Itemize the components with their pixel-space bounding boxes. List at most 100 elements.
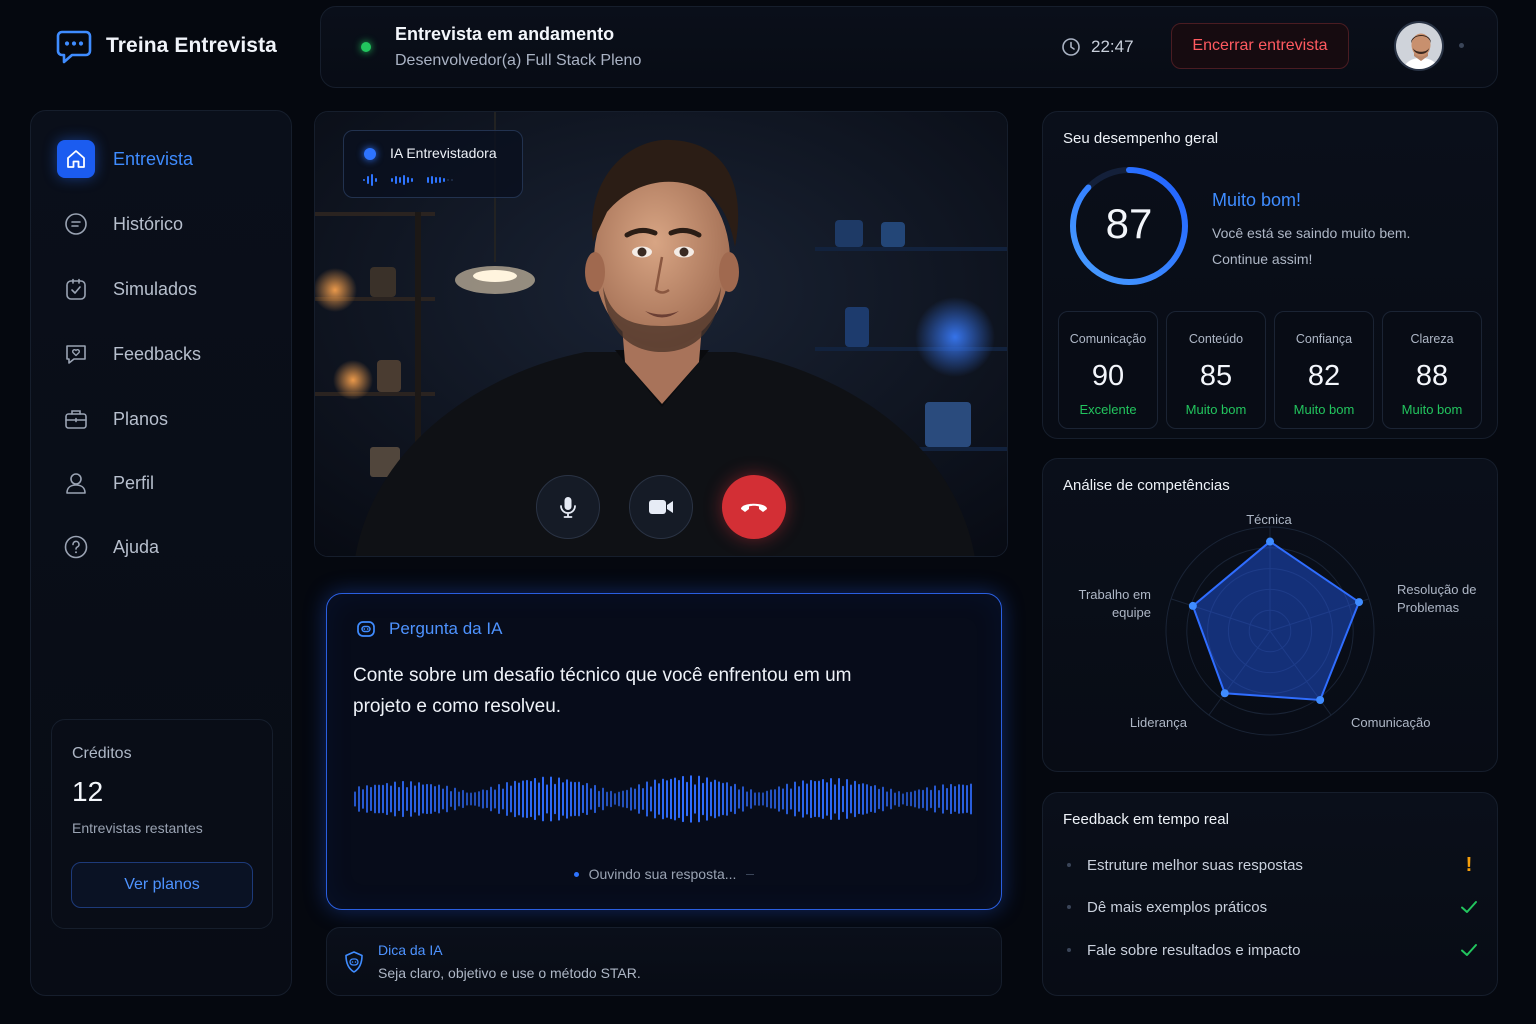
listening-dot xyxy=(573,871,579,877)
video-feed: IA Entrevistadora xyxy=(314,111,1008,557)
check-icon xyxy=(1461,901,1477,913)
radar-series-area xyxy=(1191,540,1361,702)
metric-label: Confiança xyxy=(1295,332,1353,346)
realtime-feedback-card: Feedback em tempo real Estruture melhor … xyxy=(1042,792,1498,996)
metric-status: Muito bom xyxy=(1185,402,1247,417)
shield-robot-icon xyxy=(345,951,363,973)
radar-point-3 xyxy=(1220,689,1229,698)
sidebar-item-entrevista[interactable]: Entrevista xyxy=(57,137,267,181)
sidebar-item-feedbacks[interactable]: Feedbacks xyxy=(57,332,267,376)
ai-status-dot xyxy=(364,148,376,160)
question-text: Conte sobre um desafio técnico que você … xyxy=(353,665,852,717)
radar-label-lideranca: Liderança xyxy=(1129,715,1187,730)
metric-status: Muito bom xyxy=(1401,402,1463,417)
radar-label-trabalho: Trabalho em equipe xyxy=(1078,587,1152,620)
metric-value: 85 xyxy=(1199,360,1233,392)
overall-performance-card: Seu desempenho geral 87 Muito bom! Você … xyxy=(1042,111,1498,439)
radar-label-tecnica: Técnica xyxy=(1246,512,1292,527)
radar-point-4 xyxy=(1188,601,1197,610)
sidebar-item-perfil[interactable]: Perfil xyxy=(57,461,267,505)
chat-bubble-logo-icon xyxy=(56,30,92,64)
sidebar-item-label: Perfil xyxy=(113,472,155,493)
sidebar-item-label: Simulados xyxy=(113,278,198,299)
metric-card-confianca: Confiança 82 Muito bom xyxy=(1274,311,1374,429)
metric-status: Excelente xyxy=(1079,402,1137,417)
brand-name: Treina Entrevista xyxy=(106,34,277,57)
ai-interviewer-label: IA Entrevistadora xyxy=(390,145,497,161)
question-label: Pergunta da IA xyxy=(389,619,503,638)
clock-icon xyxy=(1062,38,1080,56)
warning-icon: ! xyxy=(1465,853,1473,876)
competencies-card: Análise de competências Técnica Resoluçã… xyxy=(1042,458,1498,772)
credits-title: Créditos xyxy=(72,745,132,762)
feedback-text: Estruture melhor suas respostas xyxy=(1087,856,1303,874)
timer-value: 22:47 xyxy=(1091,37,1134,56)
sidebar-item-planos[interactable]: Planos xyxy=(57,397,267,441)
metric-status: Muito bom xyxy=(1293,402,1355,417)
sidebar-item-label: Planos xyxy=(113,408,169,429)
camera-button[interactable] xyxy=(629,475,693,539)
feedback-item: Fale sobre resultados e impacto xyxy=(1067,938,1479,962)
performance-message: Você está se saindo muito bem. Continue … xyxy=(1212,225,1411,267)
help-circle-icon xyxy=(57,528,95,566)
ai-question-card: Pergunta da IA Conte sobre um desafio té… xyxy=(326,593,1002,910)
feedback-text: Dê mais exemplos práticos xyxy=(1087,898,1268,916)
ai-tip-card: Dica da IA Seja claro, objetivo e use o … xyxy=(326,927,1002,996)
history-icon xyxy=(57,205,95,243)
microphone-button[interactable] xyxy=(536,475,600,539)
sidebar-item-historico[interactable]: Histórico xyxy=(57,202,267,246)
ai-interviewer-badge: IA Entrevistadora xyxy=(343,130,523,198)
microphone-icon xyxy=(560,497,576,518)
metric-value: 88 xyxy=(1415,360,1449,392)
listening-dash xyxy=(746,873,755,875)
sidebar-item-label: Histórico xyxy=(113,213,184,234)
sidebar-item-label: Feedbacks xyxy=(113,343,202,364)
radar-label-resolucao: Resolução de Problemas xyxy=(1397,582,1477,615)
voice-waveform xyxy=(354,775,972,823)
bullet xyxy=(1067,905,1071,909)
live-status-dot xyxy=(361,42,371,52)
radar-point-0 xyxy=(1266,537,1274,546)
briefcase-icon xyxy=(57,400,95,438)
credits-card: Créditos 12 Entrevistas restantes Ver pl… xyxy=(51,719,273,929)
tip-title: Dica da IA xyxy=(378,942,443,958)
overall-score: 87 xyxy=(1105,200,1153,247)
metric-card-comunicacao: Comunicação 90 Excelente xyxy=(1058,311,1158,429)
interview-status-title: Entrevista em andamento xyxy=(395,24,615,44)
feedback-item: Dê mais exemplos práticos xyxy=(1067,895,1479,919)
sidebar-item-ajuda[interactable]: Ajuda xyxy=(57,525,267,569)
hang-up-icon xyxy=(741,503,767,512)
sidebar-item-label: Entrevista xyxy=(113,148,194,169)
question-header: Pergunta da IA xyxy=(355,618,502,640)
credits-count: 12 xyxy=(72,776,104,807)
interview-position: Desenvolvedor(a) Full Stack Pleno xyxy=(395,52,642,69)
sidebar: Entrevista Histórico Simulados Feedbacks… xyxy=(30,110,292,996)
feedback-text: Fale sobre resultados e impacto xyxy=(1087,941,1301,959)
feedback-title: Feedback em tempo real xyxy=(1063,811,1229,828)
radar-point-2 xyxy=(1316,695,1325,704)
interview-timer: 22:47 xyxy=(1061,37,1134,57)
hang-up-button[interactable] xyxy=(722,475,786,539)
metric-card-clareza: Clareza 88 Muito bom xyxy=(1382,311,1482,429)
listening-status: Ouvindo sua resposta... xyxy=(327,866,1001,882)
metric-value: 90 xyxy=(1091,360,1125,392)
check-icon xyxy=(1461,944,1477,956)
credits-subtitle: Entrevistas restantes xyxy=(72,820,203,836)
chevron-down-icon[interactable] xyxy=(1459,43,1464,48)
tip-text: Seja claro, objetivo e use o método STAR… xyxy=(378,965,641,981)
user-avatar[interactable] xyxy=(1394,21,1444,71)
sidebar-item-label: Ajuda xyxy=(113,536,160,557)
end-interview-button[interactable]: Encerrar entrevista xyxy=(1171,23,1349,69)
avatar-image xyxy=(1396,23,1442,69)
brand[interactable]: Treina Entrevista xyxy=(54,26,277,66)
top-bar: Entrevista em andamento Desenvolvedor(a)… xyxy=(320,6,1498,88)
view-plans-button[interactable]: Ver planos xyxy=(71,862,253,908)
sidebar-item-simulados[interactable]: Simulados xyxy=(57,267,267,311)
radar-label-comunicacao: Comunicação xyxy=(1351,715,1431,730)
metric-label: Comunicação xyxy=(1069,332,1147,346)
feedback-item: Estruture melhor suas respostas ! xyxy=(1067,853,1479,877)
metric-value: 82 xyxy=(1307,360,1341,392)
clipboard-check-icon xyxy=(57,270,95,308)
metric-card-conteudo: Conteúdo 85 Muito bom xyxy=(1166,311,1266,429)
performance-headline: Muito bom! xyxy=(1212,190,1302,210)
